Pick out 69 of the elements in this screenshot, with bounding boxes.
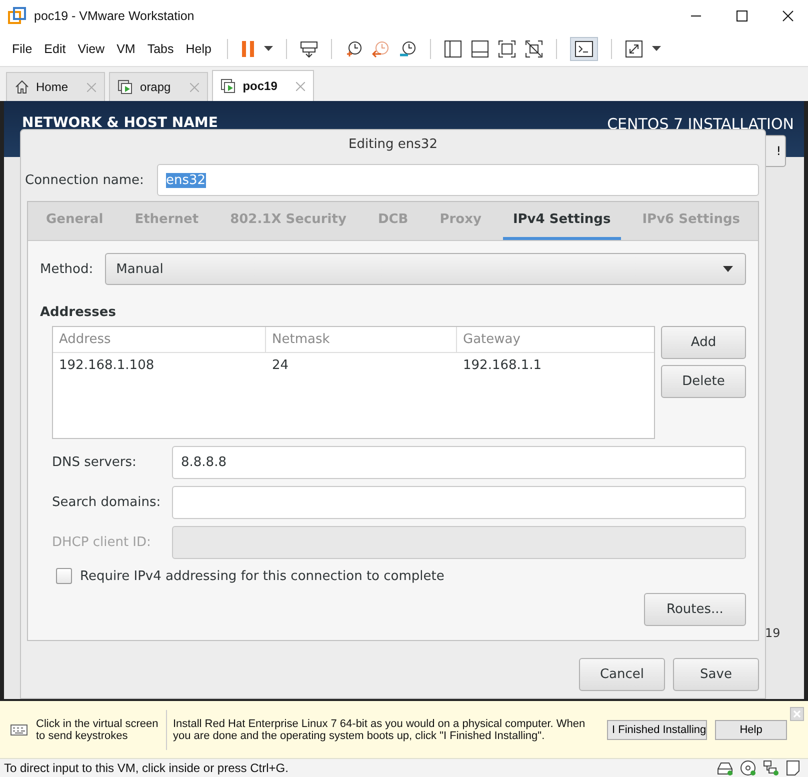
hint-text: Click in the virtual screen to send keystrokes [36, 718, 160, 742]
input-field[interactable]: 8.8.8.8 [172, 446, 746, 479]
window-title: poc19 - VMware Workstation [34, 9, 194, 23]
menu-item[interactable]: Help [186, 42, 212, 56]
keyboard-icon [10, 722, 28, 736]
menu-item[interactable]: File [12, 42, 32, 56]
thumbnail-view-icon[interactable] [471, 40, 490, 58]
vm-tab[interactable]: poc19 [212, 70, 314, 101]
section-title: Addresses [40, 305, 117, 320]
routes-button[interactable]: Routes... [644, 593, 746, 626]
product-title: CENTOS 7 INSTALLATION [607, 115, 794, 133]
vm-icon [220, 78, 236, 94]
table-cell-text: 192.168.1.108 [58, 356, 156, 374]
checkbox[interactable] [56, 568, 72, 584]
field-label: Method: [40, 262, 94, 276]
menu-item[interactable]: VM [116, 42, 136, 56]
method-dropdown[interactable]: Manual [105, 253, 746, 285]
sidebar-view-icon[interactable] [444, 40, 462, 58]
send-keys-icon[interactable] [300, 40, 318, 58]
dialog-button[interactable]: Cancel [579, 658, 665, 691]
menu-item[interactable]: View [78, 42, 105, 56]
address-button[interactable]: Add [661, 326, 746, 359]
table-cell-text: 192.168.1.1 [462, 356, 543, 374]
tab-label: Home [36, 80, 68, 94]
vm-tab[interactable]: Home [6, 72, 106, 101]
field-label: Search domains: [52, 495, 162, 510]
maximize-icon[interactable] [736, 10, 748, 22]
fullscreen-icon[interactable] [498, 40, 516, 58]
hint-button[interactable]: I Finished Installing [607, 720, 707, 740]
column-header: Gateway [462, 331, 522, 349]
app-logo-icon [8, 7, 26, 25]
status-text: To direct input to this VM, click inside or press Ctrl+G. [4, 761, 288, 775]
installer-title: NETWORK & HOST NAME [22, 115, 218, 131]
menu-item[interactable]: Edit [44, 42, 66, 56]
caret-icon [723, 266, 733, 272]
pause-icon[interactable] [241, 40, 256, 58]
settings-tab[interactable]: IPv4 Settings [502, 202, 621, 240]
menu-item[interactable]: Tabs [147, 42, 174, 56]
console-view-button[interactable] [570, 37, 598, 61]
close-icon[interactable] [782, 10, 794, 22]
home-icon [15, 80, 29, 94]
hint-button[interactable]: Help [715, 720, 787, 740]
address-button[interactable]: Delete [661, 365, 746, 398]
caret-icon[interactable] [264, 46, 274, 52]
dialog-button[interactable]: Save [673, 658, 759, 691]
field-label: DNS servers: [52, 455, 138, 470]
input-field[interactable] [172, 486, 746, 519]
table-cell-text: 24 [271, 356, 290, 374]
stretch-icon[interactable] [625, 40, 644, 58]
cd-icon[interactable] [740, 760, 756, 776]
message-icon[interactable] [786, 760, 800, 776]
field-label: DHCP client ID: [52, 535, 152, 550]
hint-message: Install Red Hat Enterprise Linux 7 64-bit as you would on a physical computer. When you are done and the operating system boots up, click "I Finished Installing". [173, 718, 586, 742]
vm-tab[interactable]: orapg [109, 72, 208, 101]
snapshot-manager-icon[interactable] [399, 40, 418, 58]
checkbox-label: Require IPv4 addressing for this connection to complete [80, 568, 444, 584]
vm-icon [118, 80, 134, 94]
unity-off-icon[interactable] [525, 40, 544, 58]
tab-label: poc19 [242, 79, 278, 93]
column-header: Netmask [266, 327, 457, 352]
dialog-title: Editing ens32 [348, 136, 438, 154]
side-text: 19 [765, 626, 780, 640]
column-header: Address [53, 327, 266, 352]
caret-icon[interactable] [652, 46, 662, 52]
snapshot-icon[interactable] [345, 40, 364, 58]
revert-icon[interactable] [372, 40, 390, 58]
tab-label: orapg [140, 80, 171, 94]
field-label: Connection name: [25, 172, 143, 188]
network-icon[interactable] [763, 760, 779, 776]
